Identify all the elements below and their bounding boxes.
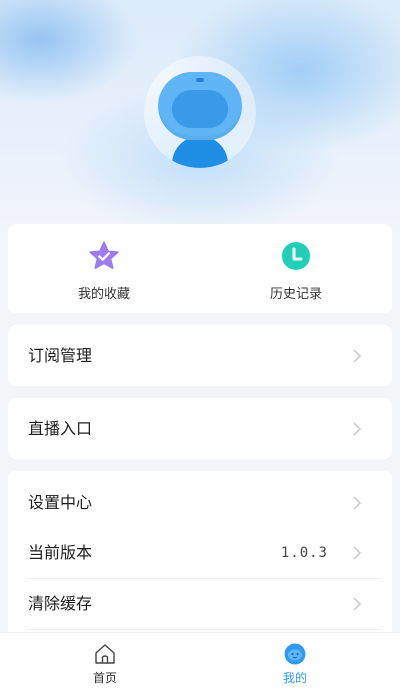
subscription-card: 订阅管理 (8, 325, 392, 386)
tab-mine[interactable]: 我的 (195, 633, 395, 690)
settings-center-label: 设置中心 (28, 493, 93, 512)
live-card: 直播入口 (8, 398, 392, 459)
tab-mine-label: 我的 (282, 671, 307, 685)
settings-center-item[interactable]: 设置中心 (28, 478, 364, 528)
chevron-right-icon (353, 422, 362, 436)
divider (26, 629, 382, 630)
bottom-tab-bar: 首页 我的 (0, 632, 400, 690)
clear-cache-item[interactable]: 清除缓存 (28, 579, 364, 629)
subscription-management-item[interactable]: 订阅管理 (28, 331, 364, 381)
avatar-face (172, 90, 228, 128)
settings-card: 设置中心 当前版本 1.0.3 清除缓存 (8, 471, 392, 641)
favorites-button[interactable]: 我的收藏 (8, 224, 200, 313)
tab-home-label: 首页 (92, 671, 117, 685)
profile-face-icon (284, 643, 306, 665)
home-icon (95, 644, 115, 664)
live-entry-label: 直播入口 (28, 419, 93, 438)
current-version-item[interactable]: 当前版本 1.0.3 (28, 528, 364, 578)
chevron-right-icon (353, 496, 362, 510)
version-number: 1.0.3 (280, 545, 328, 561)
history-button[interactable]: 历史记录 (200, 224, 392, 313)
chevron-right-icon (353, 597, 362, 611)
avatar-body (172, 136, 228, 168)
avatar[interactable] (144, 56, 256, 168)
clear-cache-label: 清除缓存 (28, 594, 93, 613)
subscription-management-label: 订阅管理 (28, 346, 93, 365)
favorites-label: 我的收藏 (77, 287, 130, 302)
quick-actions-card: 我的收藏 历史记录 (8, 224, 392, 313)
avatar-antenna (196, 78, 204, 82)
chevron-right-icon (353, 349, 362, 363)
history-label: 历史记录 (269, 287, 322, 302)
history-clock-icon (282, 242, 310, 270)
star-badge-icon (89, 241, 119, 269)
tab-home[interactable]: 首页 (5, 633, 205, 690)
chevron-right-icon (353, 546, 362, 560)
live-entry-item[interactable]: 直播入口 (28, 404, 364, 454)
avatar-head (158, 72, 242, 140)
current-version-label: 当前版本 (28, 543, 93, 562)
